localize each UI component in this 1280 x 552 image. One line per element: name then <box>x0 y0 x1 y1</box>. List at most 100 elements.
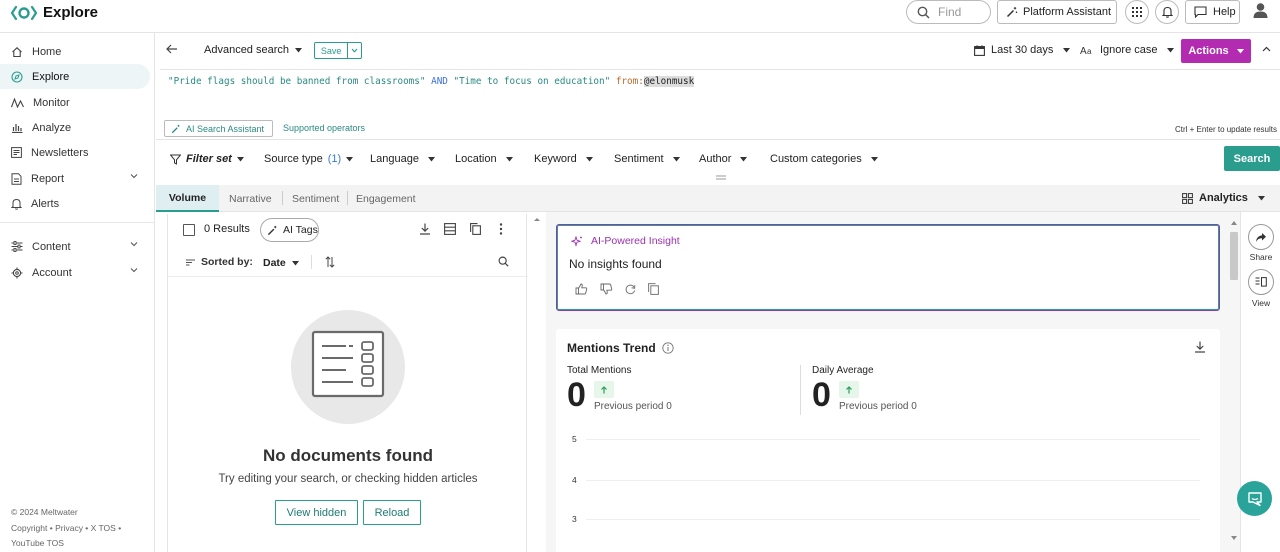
metric-divider <box>800 365 801 415</box>
search-results-button[interactable] <box>498 256 509 267</box>
sort-dropdown[interactable]: Date <box>263 257 299 269</box>
grid-line <box>586 519 1200 520</box>
bar-chart-icon <box>12 124 23 133</box>
legal-links[interactable]: Copyright • Privacy • X TOS • <box>11 521 151 537</box>
sentiment-filter[interactable]: Sentiment <box>614 153 680 165</box>
more-options-button[interactable] <box>499 223 503 235</box>
sidebar-item-label: Monitor <box>33 96 70 109</box>
actions-button[interactable]: Actions <box>1181 39 1251 63</box>
sidebar-item-monitor[interactable]: Monitor <box>0 90 150 115</box>
kebab-menu-icon <box>499 223 503 235</box>
source-type-filter[interactable]: Source type (1) <box>264 153 354 165</box>
tab-engagement[interactable]: Engagement <box>346 185 426 212</box>
supported-operators-link[interactable]: Supported operators <box>283 123 365 133</box>
download-button[interactable] <box>419 223 431 235</box>
tab-sentiment[interactable]: Sentiment <box>282 185 349 212</box>
info-icon[interactable] <box>662 342 674 354</box>
app-logo[interactable]: Explore <box>11 4 98 21</box>
platform-assistant-label: Platform Assistant <box>1023 6 1112 18</box>
sidebar-item-newsletters[interactable]: Newsletters <box>0 140 150 165</box>
save-button[interactable]: Save <box>314 42 362 59</box>
ai-tags-label: AI Tags <box>283 224 318 236</box>
insight-title: AI-Powered Insight <box>591 235 680 247</box>
view-hidden-button[interactable]: View hidden <box>275 500 358 525</box>
custom-categories-filter[interactable]: Custom categories <box>770 153 878 165</box>
youtube-tos-link[interactable]: YouTube TOS <box>11 536 151 552</box>
sidebar-item-analyze[interactable]: Analyze <box>0 115 150 140</box>
search-icon <box>917 6 930 19</box>
save-dropdown[interactable] <box>347 43 361 58</box>
refresh-icon[interactable] <box>625 284 636 295</box>
date-range-dropdown[interactable]: Last 30 days <box>974 44 1071 56</box>
select-all-checkbox[interactable] <box>183 224 195 236</box>
copy-icon <box>470 223 481 235</box>
collapse-header-button[interactable] <box>1262 46 1271 52</box>
chevron-down-icon <box>351 48 358 53</box>
thumbs-down-icon[interactable] <box>600 283 613 295</box>
sparkle-icon <box>571 235 582 247</box>
query-editor[interactable]: "Pride flags should be banned from class… <box>160 69 1280 119</box>
resize-handle[interactable] <box>716 175 726 180</box>
trend-download-button[interactable] <box>1194 341 1206 353</box>
sidebar-item-label: Analyze <box>32 121 72 134</box>
pulse-icon <box>11 97 24 108</box>
query-text[interactable]: "Pride flags should be banned from class… <box>168 76 695 87</box>
query-from-keyword: from: <box>615 76 644 87</box>
caret-down-icon <box>585 156 593 161</box>
author-filter[interactable]: Author <box>699 153 748 165</box>
sidebar-item-home[interactable]: Home <box>0 39 150 64</box>
apps-button[interactable] <box>1125 0 1149 24</box>
sidebar-item-report[interactable]: Report <box>0 166 150 191</box>
copy-icon[interactable] <box>648 283 659 295</box>
reload-button[interactable]: Reload <box>363 500 421 525</box>
case-dropdown[interactable]: Aa Ignore case <box>1080 44 1175 56</box>
chat-support-button[interactable] <box>1237 481 1272 516</box>
search-icon <box>498 256 509 267</box>
top-bar: Explore Find Platform Assistant Help <box>0 0 1280 33</box>
language-filter[interactable]: Language <box>370 153 435 165</box>
search-type-label: Advanced search <box>204 44 289 56</box>
results-scrollbar[interactable] <box>530 214 544 552</box>
query-phrase-2: "Time to focus on education" <box>453 76 611 87</box>
filter-set-dropdown[interactable]: Filter set <box>170 153 244 165</box>
platform-assistant-button[interactable]: Platform Assistant <box>997 0 1117 24</box>
mentions-trend-header: Mentions Trend <box>567 341 674 355</box>
share-button[interactable] <box>1248 224 1274 250</box>
arrow-up-icon <box>846 385 852 393</box>
caret-down-icon <box>291 260 299 265</box>
sidebar-item-alerts[interactable]: Alerts <box>0 191 150 216</box>
newsletter-icon <box>11 147 22 158</box>
user-avatar[interactable] <box>1252 2 1269 19</box>
search-button[interactable]: Search <box>1224 146 1280 171</box>
sidebar-item-explore[interactable]: Explore <box>0 64 150 89</box>
thumbs-up-icon[interactable] <box>575 283 588 295</box>
back-button[interactable] <box>166 44 178 54</box>
help-button[interactable]: Help <box>1185 0 1240 24</box>
save-label: Save <box>320 45 342 56</box>
daily-average-metric: Daily Average 0 Previous period 0 <box>812 365 917 413</box>
compass-icon <box>11 70 23 83</box>
sidebar-item-content[interactable]: Content <box>0 234 150 259</box>
tab-narrative[interactable]: Narrative <box>219 185 282 212</box>
layout-button[interactable] <box>444 223 456 235</box>
copy-button[interactable] <box>470 223 481 235</box>
document-list-icon <box>311 330 385 398</box>
ai-search-assistant-button[interactable]: AI Search Assistant <box>164 120 273 137</box>
location-label: Location <box>455 153 497 165</box>
case-label: Ignore case <box>1100 44 1158 56</box>
location-filter[interactable]: Location <box>455 153 513 165</box>
find-input[interactable]: Find <box>906 0 991 24</box>
tab-volume[interactable]: Volume <box>156 185 219 212</box>
empty-state-illustration <box>291 310 405 424</box>
list-view-icon <box>444 223 456 235</box>
sidebar-item-account[interactable]: Account <box>0 260 150 285</box>
ai-tags-button[interactable]: AI Tags <box>260 218 319 242</box>
search-type-dropdown[interactable]: Advanced search <box>204 44 302 56</box>
keyword-filter[interactable]: Keyword <box>534 153 593 165</box>
view-button[interactable] <box>1248 269 1274 295</box>
sidebar-divider <box>0 222 155 223</box>
analytics-dropdown[interactable]: Analytics <box>1182 192 1265 204</box>
caret-down-icon <box>505 156 513 161</box>
sort-direction-button[interactable] <box>325 256 335 268</box>
notifications-button[interactable] <box>1155 0 1179 24</box>
